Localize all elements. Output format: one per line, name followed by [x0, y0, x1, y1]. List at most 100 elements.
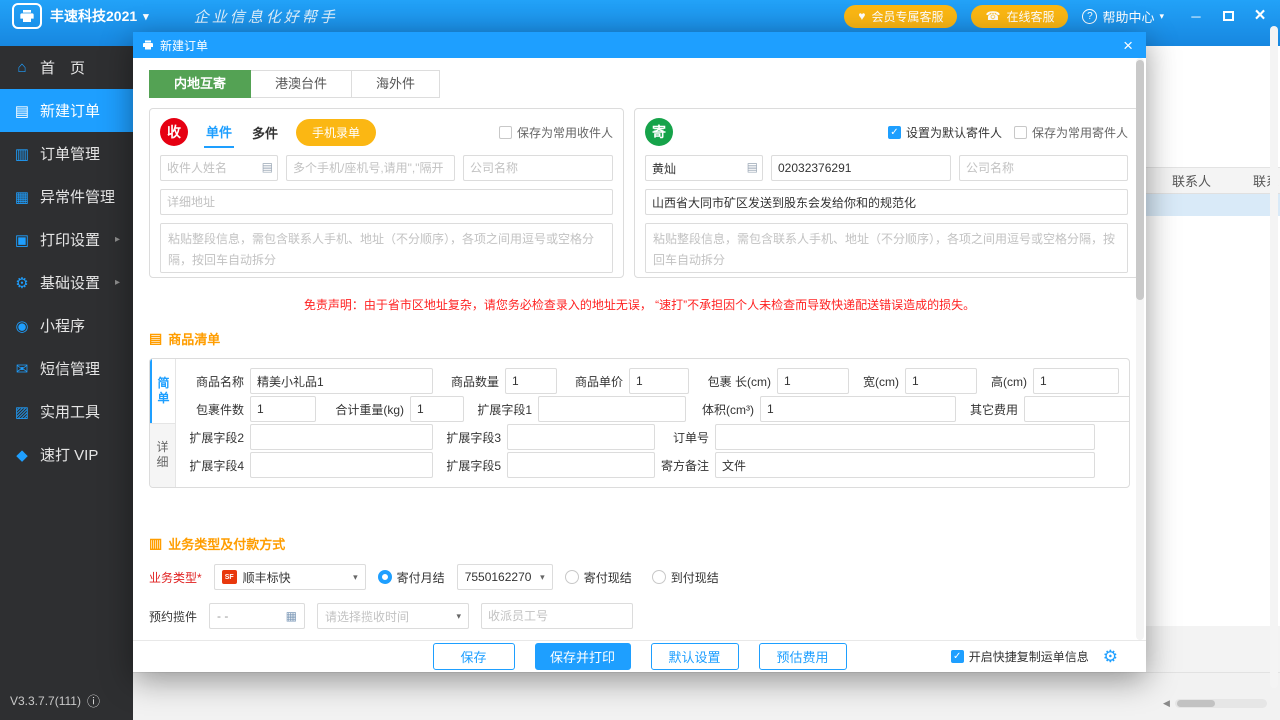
receiver-address-input[interactable]: [160, 189, 613, 215]
monthly-account-select[interactable]: 7550162270 ▾: [457, 564, 553, 590]
product-section-header: ▤ 商品清单: [149, 329, 1130, 348]
scrollbar-thumb[interactable]: [1177, 700, 1215, 707]
tab-domestic[interactable]: 内地互寄: [149, 70, 251, 98]
vip-service-button[interactable]: ♥ 会员专属客服: [844, 5, 957, 28]
volume-input[interactable]: [760, 396, 956, 422]
ext-field1-input[interactable]: [538, 396, 686, 422]
product-name-input[interactable]: [250, 368, 433, 394]
phone-entry-button[interactable]: 手机录单: [296, 119, 376, 146]
tab-single-item[interactable]: 单件: [204, 117, 234, 148]
receiver-phone-input[interactable]: [286, 155, 455, 181]
sidebar-item-sms-management[interactable]: ✉ 短信管理: [0, 347, 133, 390]
save-and-print-button[interactable]: 保存并打印: [535, 643, 631, 670]
contact-book-icon[interactable]: ▤: [262, 161, 273, 173]
dialog-scrollbar[interactable]: [1136, 58, 1144, 640]
calendar-icon[interactable]: ▦: [286, 609, 297, 623]
save-common-sender-checkbox[interactable]: 保存为常用寄件人: [1014, 124, 1128, 141]
help-center-button[interactable]: ? 帮助中心 ▾: [1082, 7, 1164, 26]
field-label: 订单号: [661, 429, 709, 446]
quick-copy-checkbox[interactable]: ✓ 开启快捷复制运单信息: [951, 648, 1089, 665]
date-value: - -: [217, 609, 228, 623]
submenu-arrow-icon: ▸: [115, 234, 120, 245]
dialog-close-button[interactable]: ×: [1119, 37, 1137, 54]
info-icon[interactable]: ⓘ: [87, 691, 100, 710]
courier-id-input[interactable]: [481, 603, 633, 629]
ext-field5-input[interactable]: [507, 452, 655, 478]
brand-menu[interactable]: 丰速科技2021 ▾: [50, 6, 149, 26]
sidebar-item-home[interactable]: ⌂ 首 页: [0, 46, 133, 89]
sidebar-item-order-management[interactable]: ▥ 订单管理: [0, 132, 133, 175]
pickup-time-select[interactable]: 请选择揽收时间 ▾: [317, 603, 469, 629]
field-label: 包裹 长(cm): [695, 373, 771, 390]
dialog-scrollbar-thumb[interactable]: [1136, 60, 1144, 300]
sidebar-item-exception-management[interactable]: ▦ 异常件管理: [0, 175, 133, 218]
field-label: 扩展字段2: [184, 429, 244, 446]
receiver-name-input[interactable]: [160, 155, 278, 181]
other-fee-input[interactable]: [1024, 396, 1130, 422]
chevron-down-icon: ▾: [143, 10, 149, 23]
field-label: 体积(cm³): [692, 401, 754, 418]
default-sender-checkbox[interactable]: ✓ 设置为默认寄件人: [888, 124, 1002, 141]
receiver-paste-textarea[interactable]: [160, 223, 613, 273]
pay-monthly-radio[interactable]: 寄付月结: [378, 569, 445, 586]
sidebar-item-print-settings[interactable]: ▣ 打印设置 ▸: [0, 218, 133, 261]
save-common-receiver-checkbox[interactable]: 保存为常用收件人: [499, 124, 613, 141]
total-weight-input[interactable]: [410, 396, 464, 422]
sidebar-item-tools[interactable]: ▨ 实用工具: [0, 390, 133, 433]
tab-overseas[interactable]: 海外件: [352, 70, 440, 98]
sidebar-item-label: 实用工具: [40, 401, 100, 422]
save-button[interactable]: 保存: [433, 643, 515, 670]
new-order-dialog: 新建订单 × 内地互寄 港澳台件 海外件 收 单件 多件 手机录单: [133, 32, 1146, 672]
sidebar-item-new-order[interactable]: ▤ 新建订单: [0, 89, 133, 132]
sender-address-input[interactable]: [645, 189, 1128, 215]
order-number-input[interactable]: [715, 424, 1095, 450]
question-icon: ?: [1082, 9, 1097, 24]
window-close-button[interactable]: ×: [1252, 8, 1268, 24]
select-value: 顺丰标快: [243, 569, 291, 586]
radio-icon: [378, 570, 392, 584]
product-price-input[interactable]: [629, 368, 689, 394]
business-type-label: 业务类型*: [149, 569, 202, 586]
tab-hk-macau-taiwan[interactable]: 港澳台件: [251, 70, 352, 98]
package-height-input[interactable]: [1033, 368, 1119, 394]
maximize-button[interactable]: [1220, 8, 1236, 24]
package-width-input[interactable]: [905, 368, 977, 394]
pay-cash-radio[interactable]: 寄付现结: [565, 569, 632, 586]
sidebar-item-basic-settings[interactable]: ⚙ 基础设置 ▸: [0, 261, 133, 304]
slogan: 企业信息化好帮手: [194, 6, 338, 27]
contact-book-icon[interactable]: ▤: [747, 161, 758, 173]
ext-field2-input[interactable]: [250, 424, 433, 450]
sender-paste-textarea[interactable]: [645, 223, 1128, 273]
tab-multi-item[interactable]: 多件: [250, 118, 280, 147]
minimize-button[interactable]: ─: [1188, 8, 1204, 24]
online-service-button[interactable]: ☎ 在线客服: [971, 5, 1068, 28]
default-settings-button[interactable]: 默认设置: [651, 643, 739, 670]
horizontal-scrollbar[interactable]: ◀: [1163, 697, 1267, 710]
sender-phone-input[interactable]: [771, 155, 951, 181]
field-label: 商品单价: [563, 373, 623, 390]
sender-remark-input[interactable]: [715, 452, 1095, 478]
scrollbar-track[interactable]: [1175, 699, 1267, 708]
pay-on-arrival-radio[interactable]: 到付现结: [652, 569, 719, 586]
package-length-input[interactable]: [777, 368, 849, 394]
package-count-input[interactable]: [250, 396, 316, 422]
pickup-date-picker[interactable]: - - ▦: [209, 603, 305, 629]
sidebar-item-vip[interactable]: ◆ 速打 VIP: [0, 433, 133, 476]
receiver-company-input[interactable]: [463, 155, 613, 181]
business-type-select[interactable]: SF 顺丰标快 ▾: [214, 564, 366, 590]
sender-company-input[interactable]: [959, 155, 1128, 181]
product-tab-simple[interactable]: 简单: [150, 359, 175, 423]
product-list-icon: ▤: [149, 330, 162, 347]
select-value: 7550162270: [465, 570, 532, 584]
settings-gear-icon[interactable]: ⚙: [1103, 648, 1118, 665]
estimate-fee-button[interactable]: 预估费用: [759, 643, 847, 670]
ext-field4-input[interactable]: [250, 452, 433, 478]
scroll-left-icon[interactable]: ◀: [1163, 698, 1170, 709]
product-tab-detail[interactable]: 详细: [150, 423, 175, 488]
checkbox-icon: [499, 126, 512, 139]
sidebar-item-mini-program[interactable]: ◉ 小程序: [0, 304, 133, 347]
brand-name: 丰速科技2021: [50, 6, 137, 26]
ext-field3-input[interactable]: [507, 424, 655, 450]
product-qty-input[interactable]: [505, 368, 557, 394]
sender-name-input[interactable]: [645, 155, 763, 181]
